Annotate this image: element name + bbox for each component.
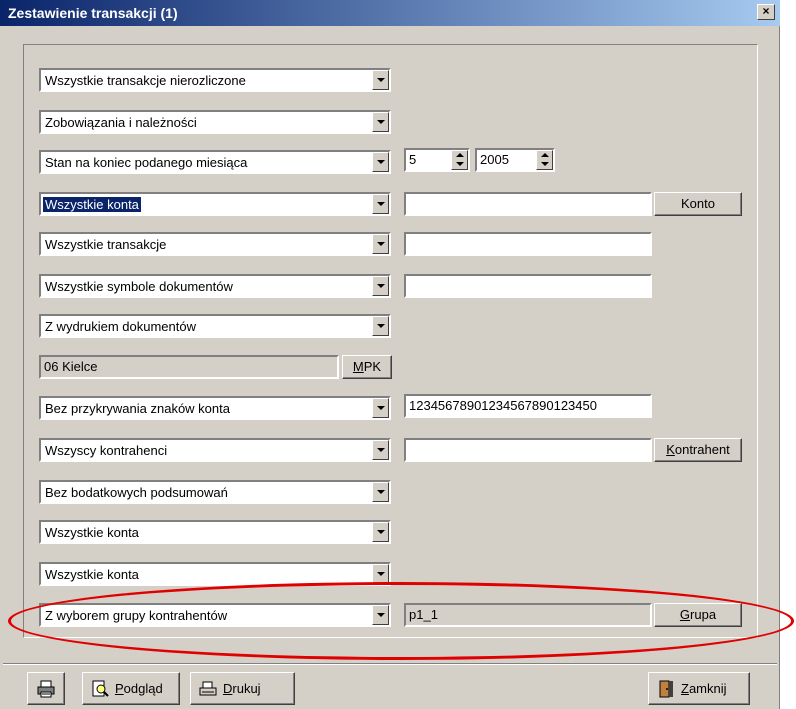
group-button-label: rupa (690, 607, 717, 622)
select-value: Wszystkie symbole dokumentów (45, 279, 233, 294)
close-hotkey: Z (681, 681, 689, 696)
close-button[interactable]: × (757, 4, 775, 20)
contractor-button-label: ontrahent (674, 442, 730, 457)
contractor-group-select[interactable]: Z wyborem grupy kontrahentów (39, 603, 391, 627)
select-value: Stan na koniec podanego miesiąca (45, 155, 248, 170)
chevron-down-icon[interactable] (372, 194, 389, 214)
document-symbols-input[interactable] (404, 274, 652, 298)
mask-input[interactable]: 12345678901234567890123450 (404, 394, 652, 418)
print-icon (199, 681, 217, 696)
contractor-button[interactable]: Kontrahent (654, 438, 742, 462)
select-value: Wszystkie transakcje nierozliczone (45, 73, 246, 88)
chevron-down-icon[interactable] (372, 234, 389, 254)
account-select[interactable]: Wszystkie konta (39, 192, 391, 216)
magnifier-icon (92, 680, 109, 697)
accounts-select-3[interactable]: Wszystkie konta (39, 562, 391, 586)
summaries-select[interactable]: Bez bodatkowych podsumowań (39, 480, 391, 504)
chevron-down-icon[interactable] (372, 112, 389, 132)
preview-text: odgląd (123, 681, 163, 696)
select-value: Wszyscy kontrahenci (45, 443, 168, 458)
chevron-down-icon[interactable] (372, 522, 389, 542)
contractors-select[interactable]: Wszyscy kontrahenci (39, 438, 391, 462)
date-state-select[interactable]: Stan na koniec podanego miesiąca (39, 150, 391, 174)
month-spinner[interactable]: 5 (404, 148, 470, 172)
print-documents-select[interactable]: Z wydrukiem dokumentów (39, 314, 391, 338)
preview-hotkey: P (115, 681, 124, 696)
month-value: 5 (409, 152, 417, 167)
spin-arrows-icon[interactable] (451, 150, 468, 170)
cost-center-field: 06 Kielce (39, 355, 339, 379)
account-button[interactable]: Konto (654, 192, 742, 216)
chevron-down-icon[interactable] (372, 605, 389, 625)
chevron-down-icon[interactable] (372, 564, 389, 584)
year-value: 2005 (480, 152, 509, 167)
document-symbols-select[interactable]: Wszystkie symbole dokumentów (39, 274, 391, 298)
select-value: Z wydrukiem dokumentów (45, 319, 196, 334)
print-label: Drukuj (223, 681, 261, 696)
transactions-select[interactable]: Wszystkie transakcje (39, 232, 391, 256)
year-spinner[interactable]: 2005 (475, 148, 555, 172)
print-text: rukuj (232, 681, 261, 696)
contractor-input[interactable] (404, 438, 652, 462)
group-field: p1_1 (404, 603, 652, 627)
chevron-down-icon[interactable] (372, 482, 389, 502)
title-bar[interactable]: Zestawienie transakcji (1) × (0, 0, 780, 26)
printer-icon (37, 680, 55, 698)
group-button-hotkey: G (679, 607, 691, 622)
select-value: Wszystkie konta (45, 525, 139, 540)
chevron-down-icon[interactable] (372, 440, 389, 460)
select-value: Bez bodatkowych podsumowań (45, 485, 228, 500)
account-input[interactable] (404, 192, 652, 216)
account-masking-select[interactable]: Bez przykrywania znaków konta (39, 396, 391, 420)
transactions-input[interactable] (404, 232, 652, 256)
preview-button[interactable]: Podgląd (82, 672, 180, 705)
footer-divider (3, 663, 777, 665)
chevron-down-icon[interactable] (372, 152, 389, 172)
chevron-down-icon[interactable] (372, 70, 389, 90)
printer-setup-button[interactable] (27, 672, 65, 705)
close-label: Zamknij (681, 681, 727, 696)
group-button[interactable]: Grupa (654, 603, 742, 627)
accounts-select-2[interactable]: Wszystkie konta (39, 520, 391, 544)
chevron-down-icon[interactable] (372, 398, 389, 418)
select-value: Wszystkie konta (45, 567, 139, 582)
spin-arrows-icon[interactable] (536, 150, 553, 170)
unsettled-filter-select[interactable]: Wszystkie transakcje nierozliczone (39, 68, 391, 92)
mpk-button-hotkey: M (352, 359, 364, 374)
select-value: Wszystkie transakcje (45, 237, 167, 252)
door-icon (659, 680, 673, 698)
select-value: Wszystkie konta (42, 196, 142, 213)
contractor-button-hotkey: K (666, 442, 675, 457)
print-button[interactable]: Drukuj (190, 672, 295, 705)
select-value: Zobowiązania i należności (45, 115, 197, 130)
window-title: Zestawienie transakcji (1) (8, 5, 178, 21)
liabilities-select[interactable]: Zobowiązania i należności (39, 110, 391, 134)
close-icon: × (762, 4, 770, 18)
preview-label: Podgląd (115, 681, 163, 696)
mpk-button[interactable]: MPK (342, 355, 392, 379)
mpk-button-label: PK (363, 359, 382, 374)
select-value: Z wyborem grupy kontrahentów (45, 608, 228, 623)
close-text: amknij (688, 681, 727, 696)
select-value: Bez przykrywania znaków konta (45, 401, 230, 416)
account-button-label: Konto (681, 196, 715, 211)
dialog-window: Zestawienie transakcji (1) × Wszystkie t… (0, 0, 780, 709)
print-hotkey: D (223, 681, 233, 696)
chevron-down-icon[interactable] (372, 316, 389, 336)
close-dialog-button[interactable]: Zamknij (648, 672, 750, 705)
chevron-down-icon[interactable] (372, 276, 389, 296)
